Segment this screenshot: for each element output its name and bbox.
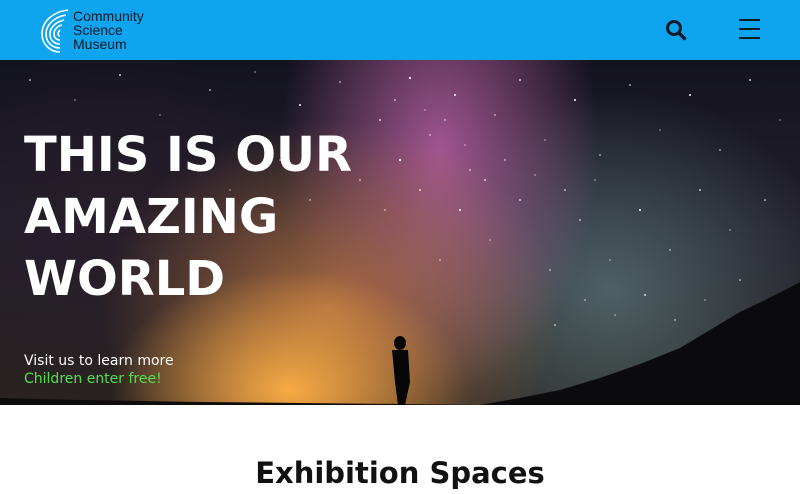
brand-line-3: Museum: [73, 36, 127, 52]
search-icon: [666, 20, 687, 41]
hero-title: THIS IS OUR AMAZING WORLD: [24, 124, 464, 310]
site-header: Community Science Museum: [0, 0, 800, 60]
spiral-logo-icon: [41, 9, 69, 53]
children-free-text: Children enter free!: [24, 371, 162, 387]
hero-banner: THIS IS OUR AMAZING WORLD Visit us to le…: [0, 60, 800, 405]
brand-line-1: Community: [73, 8, 144, 24]
logo-link[interactable]: Community Science Museum: [40, 6, 170, 54]
hero-title-line-1: THIS IS OUR: [24, 127, 352, 183]
brand-name: Community Science Museum: [73, 9, 144, 51]
brand-line-2: Science: [73, 22, 123, 38]
section-title: Exhibition Spaces: [255, 456, 545, 490]
visit-text: Visit us to learn more: [24, 353, 174, 369]
hero-title-line-2: AMAZING: [24, 189, 279, 245]
menu-button[interactable]: [736, 17, 762, 41]
search-button[interactable]: [664, 18, 688, 42]
hero-title-line-3: WORLD: [24, 251, 226, 307]
